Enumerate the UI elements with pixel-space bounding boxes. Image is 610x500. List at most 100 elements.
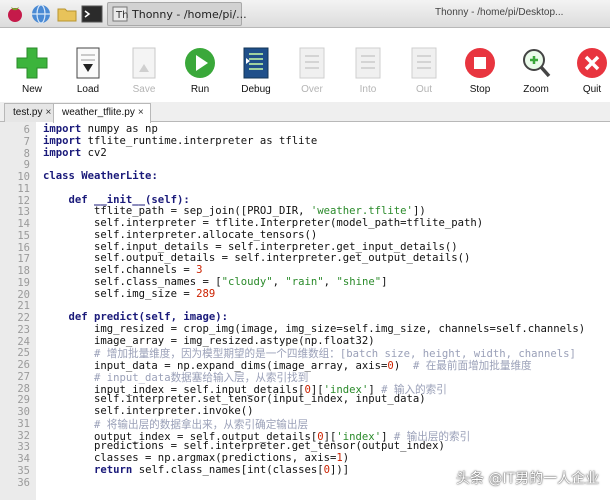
svg-text:Th: Th [115,10,128,21]
watermark: 头条 @IT男的一人企业 [456,471,600,487]
close-icon[interactable]: × [138,107,144,118]
code-line: predictions = self.interpreter.get_tenso… [94,440,445,453]
run-button[interactable]: Run [175,46,225,98]
step-over-button[interactable]: Over [287,46,337,98]
line-number: 20 [17,288,30,301]
zoom-magnifier-icon [523,49,551,78]
code-line: class WeatherLite: [43,170,158,182]
into-label: Into [359,84,377,95]
save-icon [132,47,156,79]
new-label: New [21,84,42,95]
line-number: 29 [17,394,30,407]
line-number: 16 [17,241,30,254]
line-number: 22 [17,312,30,324]
step-out-icon [411,47,437,79]
code-line: import tflite_runtime.interpreter as tfl… [43,134,318,147]
close-icon[interactable]: × [45,107,51,118]
code-line: def __init__(self): [68,193,190,206]
line-number: 8 [23,147,30,160]
tab-test-py[interactable]: test.py × [4,103,59,122]
code-line: self.channels = 3 [94,264,203,276]
taskbar-window-title: Thonny - /home/pi/... [132,8,247,21]
taskbar-window-button[interactable]: Th Thonny - /home/pi/... [107,2,247,26]
code-line: tflite_path = sep_join([PROJ_DIR, 'weath… [94,205,426,218]
quit-x-icon [577,48,607,78]
line-number: 32 [17,429,30,442]
tab-label: weather_tflite.py [62,107,135,118]
line-number-gutter: 6 7 8 9 10 11 12 13 14 15 16 17 18 19 20 21 22 23 24 25 26 27… [0,122,36,500]
line-number: 36 [17,476,30,489]
load-button[interactable]: Load [63,46,113,98]
line-number: 6 [23,124,30,136]
line-number: 24 [17,335,30,348]
run-label: Run [190,84,210,95]
terminal-icon[interactable] [81,3,103,25]
stop-icon [465,48,495,78]
save-button[interactable]: Save [119,46,169,98]
raspberry-menu-icon[interactable] [4,3,26,25]
line-number: 27 [17,370,30,383]
line-number: 18 [17,265,30,277]
zoom-button[interactable]: Zoom [511,46,561,98]
code-line: self.interpreter.allocate_tensors() [94,228,318,241]
stop-label: Stop [469,84,491,95]
toolbar: New Load Save Run Debug Over Into Out St… [0,40,610,98]
code-line: def predict(self, image): [68,311,228,323]
line-number: 31 [17,417,30,430]
tab-weather-tflite-py[interactable]: weather_tflite.py × [53,103,151,123]
code-line: image_array = img_resized.astype(np.floa… [94,334,375,347]
line-number: 17 [17,253,30,266]
line-number: 21 [17,300,30,313]
file-manager-folder-icon[interactable] [56,3,78,25]
line-number: 34 [17,453,30,465]
code-line: self.interpreter = tflite.Interpreter(mo… [94,217,484,229]
desktop-taskbar: Th Thonny - /home/pi/... Thonny - /home/… [0,0,610,28]
line-number: 28 [17,382,30,395]
debug-label: Debug [241,84,271,95]
quit-label: Quit [582,84,602,95]
step-over-icon [299,47,325,79]
line-number: 23 [17,323,30,336]
code-line: self.class_names = ["cloudy", "rain", "s… [94,275,388,288]
plus-icon [16,47,48,79]
line-number: 33 [17,441,30,454]
tab-label: test.py [13,107,43,118]
line-number: 10 [17,171,30,183]
run-play-icon [185,48,215,78]
save-label: Save [132,84,156,95]
debug-icon [243,47,269,79]
line-number: 15 [17,229,30,242]
stop-button[interactable]: Stop [455,46,505,98]
window-title: Thonny - /home/pi/Desktop... [435,7,564,18]
step-into-icon [355,47,381,79]
line-number: 35 [17,464,30,477]
line-number: 13 [17,206,30,219]
line-number: 14 [17,218,30,230]
browser-globe-icon[interactable] [30,3,52,25]
code-line: self.interpreter.set_tensor(input_index,… [94,393,426,406]
code-line: import numpy as np [43,123,158,135]
step-out-button[interactable]: Out [399,46,449,98]
code-line: self.interpreter.invoke() [94,405,254,417]
new-button[interactable]: New [7,46,57,98]
over-label: Over [301,84,323,95]
code-line: classes = np.argmax(predictions, axis=1) [94,452,350,464]
out-label: Out [415,84,433,95]
line-number: 12 [17,194,30,207]
code-line: self.output_details = self.interpreter.g… [94,252,471,265]
line-number: 7 [23,135,30,148]
code-editor[interactable]: 6 7 8 9 10 11 12 13 14 15 16 17 18 19 20 21 22 23 24 25 26 27… [0,122,610,500]
line-number: 9 [23,159,30,172]
code-line: import cv2 [43,146,107,159]
line-number: 25 [17,347,30,360]
editor-tab-bar: test.py × weather_tflite.py × [0,102,610,123]
debug-button[interactable]: Debug [231,46,281,98]
code-line: img_resized = crop_img(image, img_size=s… [94,322,586,335]
step-into-button[interactable]: Into [343,46,393,98]
zoom-label: Zoom [523,84,549,95]
quit-button[interactable]: Quit [567,46,610,98]
load-file-icon [76,47,100,79]
code-line: return self.class_names[int(classes[0])] [94,463,350,476]
code-line: self.input_details = self.interpreter.ge… [94,240,458,253]
load-label: Load [76,84,100,95]
